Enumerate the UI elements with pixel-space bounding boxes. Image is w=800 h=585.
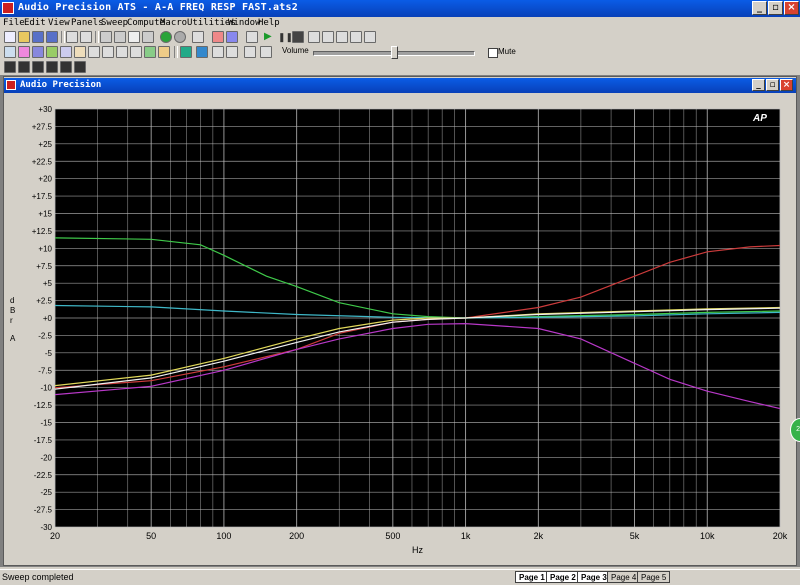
arrow-down-icon[interactable] bbox=[196, 46, 208, 58]
graph-6-icon[interactable] bbox=[74, 61, 86, 73]
page-tab-4[interactable]: Page 4 bbox=[607, 571, 641, 583]
play-icon[interactable]: ▶ bbox=[264, 31, 276, 43]
settings-icon[interactable] bbox=[192, 31, 204, 43]
tool-c-icon[interactable] bbox=[246, 31, 258, 43]
y-axis-label-B: B bbox=[10, 306, 16, 315]
graph-window bbox=[3, 76, 797, 566]
panels-toolbar: Volume Mute bbox=[0, 45, 800, 60]
menu-file[interactable]: File bbox=[3, 18, 25, 28]
graph-minimize-button[interactable]: _ bbox=[752, 79, 765, 91]
tool-b-icon[interactable] bbox=[226, 31, 238, 43]
menu-window[interactable]: Window bbox=[228, 18, 261, 28]
speaker-icon[interactable] bbox=[116, 46, 128, 58]
zoom-in-icon[interactable] bbox=[336, 31, 348, 43]
panel-8-icon[interactable] bbox=[102, 46, 114, 58]
standard-toolbar: ▶ ❚❚ bbox=[0, 30, 800, 45]
arrow-right-icon[interactable] bbox=[180, 46, 192, 58]
panel-5-icon[interactable] bbox=[60, 46, 72, 58]
panel-9-icon[interactable] bbox=[130, 46, 142, 58]
y-axis-label-r: r bbox=[10, 316, 13, 325]
pause-icon[interactable]: ❚❚ bbox=[278, 31, 293, 43]
menu-edit[interactable]: Edit bbox=[24, 18, 46, 28]
print-icon[interactable] bbox=[66, 31, 78, 43]
go-icon[interactable] bbox=[160, 31, 172, 43]
panel-15-icon[interactable] bbox=[260, 46, 272, 58]
panel-11-icon[interactable] bbox=[158, 46, 170, 58]
panel-13-icon[interactable] bbox=[226, 46, 238, 58]
graph-maximize-button[interactable]: ▫ bbox=[766, 79, 779, 91]
graph-1-icon[interactable] bbox=[4, 61, 16, 73]
graph-window-title-bar: Audio Precision _ ▫ × bbox=[4, 78, 796, 93]
zoom-out-icon[interactable] bbox=[364, 31, 376, 43]
app-title: Audio Precision ATS - A-A FREQ RESP FAST… bbox=[18, 2, 298, 13]
graph-window-title: Audio Precision bbox=[20, 80, 102, 90]
panel-14-icon[interactable] bbox=[244, 46, 256, 58]
page-tab-2[interactable]: Page 2 bbox=[546, 571, 580, 583]
panel-12-icon[interactable] bbox=[212, 46, 224, 58]
tool-a-icon[interactable] bbox=[212, 31, 224, 43]
menu-panels[interactable]: Panels bbox=[71, 18, 104, 28]
mute-checkbox[interactable] bbox=[488, 48, 498, 58]
menu-sweep[interactable]: Sweep bbox=[101, 18, 128, 28]
mute-label: Mute bbox=[498, 47, 516, 56]
app-icon bbox=[2, 2, 14, 14]
minimize-button[interactable]: _ bbox=[752, 1, 767, 15]
menu-view[interactable]: View bbox=[48, 18, 70, 28]
graph-4-icon[interactable] bbox=[46, 61, 58, 73]
panel-10-icon[interactable] bbox=[144, 46, 156, 58]
paste-icon[interactable] bbox=[142, 31, 154, 43]
panel-6-icon[interactable] bbox=[74, 46, 86, 58]
zoom-icon[interactable] bbox=[322, 31, 334, 43]
stop-icon[interactable] bbox=[292, 31, 304, 43]
page-tab-3[interactable]: Page 3 bbox=[577, 571, 611, 583]
graph-window-icon bbox=[6, 80, 16, 90]
graph-2-icon[interactable] bbox=[18, 61, 30, 73]
cut-icon[interactable] bbox=[114, 31, 126, 43]
menu-bar: File Edit View Panels Sweep Compute Macr… bbox=[0, 17, 800, 30]
copy-icon[interactable] bbox=[128, 31, 140, 43]
graph-3-icon[interactable] bbox=[32, 61, 44, 73]
y-axis-label-d: d bbox=[10, 296, 15, 305]
close-button[interactable]: × bbox=[784, 1, 799, 15]
y-axis-label-A: A bbox=[10, 334, 16, 343]
print-preview-icon[interactable] bbox=[80, 31, 92, 43]
maximize-button[interactable]: ▫ bbox=[768, 1, 783, 15]
app-title-bar: Audio Precision ATS - A-A FREQ RESP FAST… bbox=[0, 0, 800, 17]
stop-sweep-icon[interactable] bbox=[174, 31, 186, 43]
panel-7-icon[interactable] bbox=[88, 46, 100, 58]
status-text: Sweep completed bbox=[2, 572, 74, 582]
volume-label: Volume bbox=[282, 46, 309, 55]
menu-help[interactable]: Help bbox=[258, 18, 280, 28]
page-tab-1[interactable]: Page 1 bbox=[515, 571, 549, 583]
graph-toolbar bbox=[0, 60, 800, 75]
page-tab-5[interactable]: Page 5 bbox=[637, 571, 671, 583]
cursor-icon[interactable] bbox=[350, 31, 362, 43]
undo-icon[interactable] bbox=[100, 31, 112, 43]
new-file-icon[interactable] bbox=[4, 31, 16, 43]
open-folder-icon[interactable] bbox=[18, 31, 30, 43]
menu-macro[interactable]: Macro bbox=[160, 18, 187, 28]
save-all-icon[interactable] bbox=[46, 31, 58, 43]
panel-4-icon[interactable] bbox=[46, 46, 58, 58]
graph-5-icon[interactable] bbox=[60, 61, 72, 73]
hand-icon[interactable] bbox=[308, 31, 320, 43]
save-icon[interactable] bbox=[32, 31, 44, 43]
panel-1-icon[interactable] bbox=[4, 46, 16, 58]
panel-3-icon[interactable] bbox=[32, 46, 44, 58]
volume-slider-thumb[interactable] bbox=[391, 46, 398, 59]
status-bar: Sweep completed Page 1 Page 2 Page 3 Pag… bbox=[0, 569, 800, 585]
graph-close-button[interactable]: × bbox=[780, 79, 793, 91]
panel-2-icon[interactable] bbox=[18, 46, 30, 58]
